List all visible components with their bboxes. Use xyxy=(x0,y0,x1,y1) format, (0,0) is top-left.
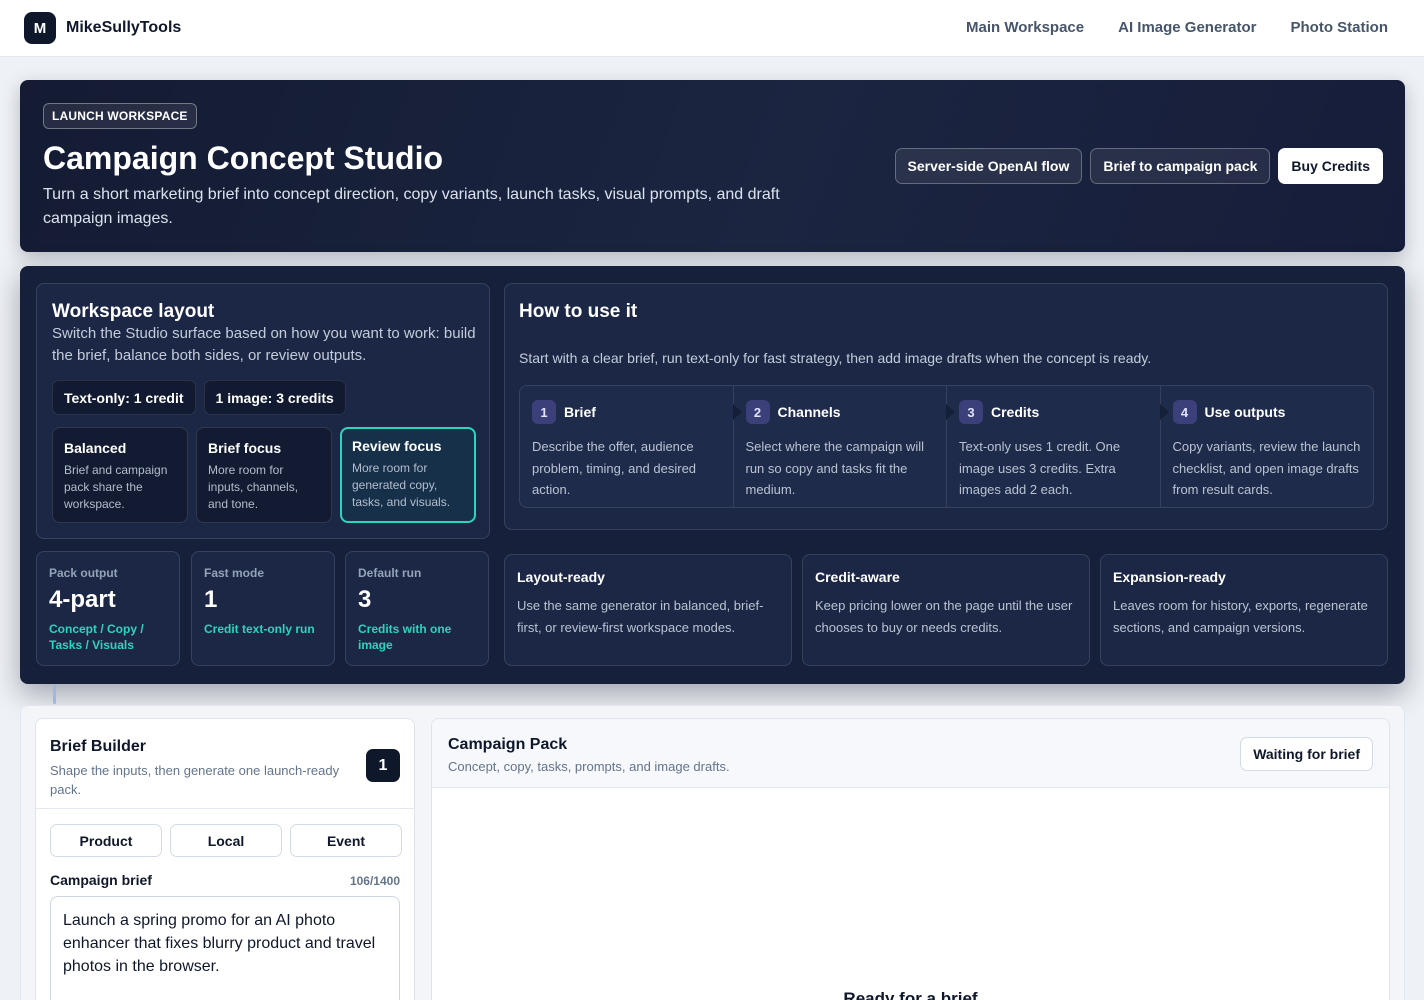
character-count: 106/1400 xyxy=(349,874,400,888)
how-to-title: How to use it xyxy=(519,301,638,322)
campaign-pack-header: Campaign Pack Concept, copy, tasks, prom… xyxy=(432,719,1389,788)
mode-title: Balanced xyxy=(64,440,127,456)
brief-builder-title: Brief Builder xyxy=(50,738,147,755)
buy-credits-button[interactable]: Buy Credits xyxy=(1278,148,1383,184)
brand-logo-icon: M xyxy=(24,12,56,44)
image-pricing-pill[interactable]: 1 image: 3 credits xyxy=(203,380,346,415)
stat-note: Credit text-only run xyxy=(204,622,315,636)
feature-expansion-ready: Expansion-ready Leaves room for history,… xyxy=(1100,554,1388,666)
scroll-indicator xyxy=(53,684,56,704)
brand[interactable]: M MikeSullyTools xyxy=(24,12,181,44)
hero-banner: LAUNCH WORKSPACE Campaign Concept Studio… xyxy=(20,80,1405,252)
brand-name: MikeSullyTools xyxy=(66,19,182,36)
step-channels: 2 Channels Select where the campaign wil… xyxy=(732,386,947,507)
chevron-right-icon xyxy=(1159,404,1169,420)
hero-actions: Server-side OpenAI flow Brief to campaig… xyxy=(894,148,1383,184)
preset-product-button[interactable]: Product xyxy=(50,824,162,857)
nav-links: Main Workspace AI Image Generator Photo … xyxy=(966,19,1388,36)
stat-label: Fast mode xyxy=(204,566,265,580)
how-to-use-card: How to use it Start with a clear brief, … xyxy=(504,283,1388,530)
stat-value: 4-part xyxy=(49,586,116,613)
feature-description: Use the same generator in balanced, brie… xyxy=(517,598,764,635)
mode-title: Review focus xyxy=(352,438,442,454)
step-number-badge: 4 xyxy=(1172,400,1197,424)
workspace-layout-card: Workspace layout Switch the Studio surfa… xyxy=(36,283,490,539)
step-description: Describe the offer, audience problem, ti… xyxy=(532,439,697,497)
stat-default-run: Default run 3 Credits with one image xyxy=(345,551,489,666)
feature-description: Keep pricing lower on the page until the… xyxy=(815,598,1073,635)
mode-review-focus[interactable]: Review focus More room for generated cop… xyxy=(340,427,476,523)
workspace-layout-title: Workspace layout xyxy=(52,301,215,322)
chevron-right-icon xyxy=(732,404,742,420)
status-badge: Waiting for brief xyxy=(1240,737,1373,771)
step-title: Brief xyxy=(564,404,596,420)
page-title: Campaign Concept Studio xyxy=(43,140,443,176)
stat-note: Credits with one image xyxy=(358,622,452,652)
stat-label: Pack output xyxy=(49,566,118,580)
stat-value: 1 xyxy=(204,586,218,613)
feature-description: Leaves room for history, exports, regene… xyxy=(1113,598,1368,635)
stat-label: Default run xyxy=(358,566,422,580)
feature-title: Expansion-ready xyxy=(1113,569,1226,585)
step-title: Credits xyxy=(991,404,1040,420)
stat-note: Concept / Copy / Tasks / Visuals xyxy=(49,622,144,652)
mode-balanced[interactable]: Balanced Brief and campaign pack share t… xyxy=(52,427,188,523)
campaign-pack-subtitle: Concept, copy, tasks, prompts, and image… xyxy=(448,759,730,774)
campaign-brief-input[interactable]: Launch a spring promo for an AI photo en… xyxy=(50,896,400,1000)
top-nav: M MikeSullyTools Main Workspace AI Image… xyxy=(0,0,1424,57)
campaign-brief-label: Campaign brief xyxy=(50,872,152,888)
empty-state-title: Ready for a brief xyxy=(843,989,978,1000)
text-only-pricing-pill[interactable]: Text-only: 1 credit xyxy=(52,380,196,415)
mode-description: Brief and campaign pack share the worksp… xyxy=(64,463,168,511)
how-to-steps: 1 Brief Describe the offer, audience pro… xyxy=(519,385,1374,508)
step-badge: 1 xyxy=(366,749,400,782)
stat-pack-output: Pack output 4-part Concept / Copy / Task… xyxy=(36,551,180,666)
campaign-pack-card: Campaign Pack Concept, copy, tasks, prom… xyxy=(431,718,1390,1000)
brief-builder-subtitle: Shape the inputs, then generate one laun… xyxy=(50,763,340,797)
step-number-badge: 1 xyxy=(532,400,556,424)
stat-value: 3 xyxy=(358,586,372,613)
step-title: Channels xyxy=(777,404,841,420)
brief-presets: Product Local Event xyxy=(50,824,402,857)
nav-link-photo-station[interactable]: Photo Station xyxy=(1291,19,1389,36)
divider xyxy=(36,808,414,809)
nav-link-main-workspace[interactable]: Main Workspace xyxy=(966,19,1084,36)
step-title: Use outputs xyxy=(1204,404,1286,420)
stat-fast-mode: Fast mode 1 Credit text-only run xyxy=(191,551,335,666)
mode-title: Brief focus xyxy=(208,440,282,456)
pricing-pills: Text-only: 1 credit 1 image: 3 credits xyxy=(52,380,346,415)
layout-mode-options: Balanced Brief and campaign pack share t… xyxy=(52,427,476,523)
campaign-pack-title: Campaign Pack xyxy=(448,736,568,753)
feature-title: Credit-aware xyxy=(815,569,900,585)
step-credits: 3 Credits Text-only uses 1 credit. One i… xyxy=(946,386,1161,507)
how-to-description: Start with a clear brief, run text-only … xyxy=(519,350,1152,366)
openai-flow-chip[interactable]: Server-side OpenAI flow xyxy=(894,148,1083,184)
mode-brief-focus[interactable]: Brief focus More room for inputs, channe… xyxy=(196,427,332,523)
page-subtitle: Turn a short marketing brief into concep… xyxy=(43,186,780,227)
feature-title: Layout-ready xyxy=(517,569,605,585)
chevron-right-icon xyxy=(946,404,955,420)
step-use-outputs: 4 Use outputs Copy variants, review the … xyxy=(1159,386,1374,507)
mode-description: More room for inputs, channels, and tone… xyxy=(208,463,299,511)
mode-description: More room for generated copy, tasks, and… xyxy=(352,461,451,509)
step-description: Select where the campaign will run so co… xyxy=(745,439,924,497)
step-number-badge: 2 xyxy=(745,400,770,424)
step-description: Text-only uses 1 credit. One image uses … xyxy=(959,439,1121,497)
campaign-pack-chip[interactable]: Brief to campaign pack xyxy=(1090,148,1271,184)
brief-builder-card: Brief Builder Shape the inputs, then gen… xyxy=(35,718,415,1000)
feature-credit-aware: Credit-aware Keep pricing lower on the p… xyxy=(802,554,1090,666)
workspace-layout-description: Switch the Studio surface based on how y… xyxy=(52,325,476,364)
eyebrow-badge: LAUNCH WORKSPACE xyxy=(43,103,197,129)
step-number-badge: 3 xyxy=(959,400,983,424)
nav-link-ai-image-generator[interactable]: AI Image Generator xyxy=(1118,19,1256,36)
feature-layout-ready: Layout-ready Use the same generator in b… xyxy=(504,554,792,666)
workspace-panel: Workspace layout Switch the Studio surfa… xyxy=(20,266,1405,684)
preset-event-button[interactable]: Event xyxy=(290,824,402,857)
preset-local-button[interactable]: Local xyxy=(170,824,282,857)
step-description: Copy variants, review the launch checkli… xyxy=(1172,439,1361,497)
step-brief: 1 Brief Describe the offer, audience pro… xyxy=(520,386,734,507)
